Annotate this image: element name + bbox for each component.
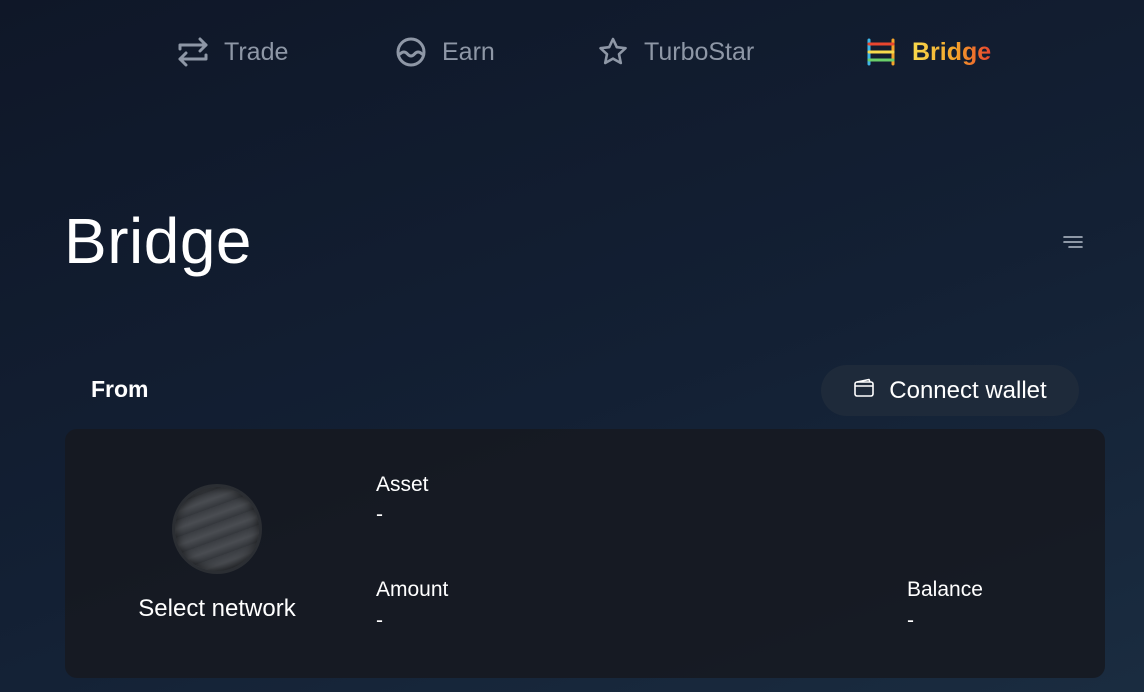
nav-item-earn[interactable]: Earn: [394, 32, 495, 72]
from-panel: Select network Asset - Amount - Balance …: [65, 429, 1105, 678]
nav-item-bridge[interactable]: Bridge: [864, 32, 991, 72]
connect-wallet-label: Connect wallet: [889, 376, 1047, 404]
asset-value[interactable]: -: [376, 503, 383, 527]
nav-item-label: Trade: [224, 37, 289, 66]
asset-label: Asset: [376, 473, 429, 496]
select-network-button[interactable]: Select network: [117, 595, 317, 623]
amount-value[interactable]: -: [376, 609, 383, 633]
top-nav: Trade Earn TurboStar Bridge: [0, 32, 1144, 72]
balance-label: Balance: [907, 578, 983, 601]
nav-item-label: Bridge: [912, 37, 992, 66]
balance-value: -: [907, 609, 914, 632]
bridge-icon: [864, 35, 898, 69]
page-title: Bridge: [64, 205, 252, 277]
star-icon: [596, 35, 630, 69]
filter-lines-icon[interactable]: [1060, 232, 1086, 252]
nav-item-turbostar[interactable]: TurboStar: [596, 32, 754, 72]
connect-wallet-button[interactable]: Connect wallet: [821, 365, 1079, 416]
nav-item-label: TurboStar: [644, 37, 755, 66]
network-placeholder-icon[interactable]: [172, 484, 262, 574]
amount-label: Amount: [376, 578, 449, 601]
wave-circle-icon: [394, 35, 428, 69]
wallet-icon: [853, 377, 875, 405]
nav-item-trade[interactable]: Trade: [176, 32, 288, 72]
nav-item-label: Earn: [442, 37, 495, 66]
from-label: From: [91, 376, 149, 402]
swap-arrows-icon: [176, 35, 210, 69]
